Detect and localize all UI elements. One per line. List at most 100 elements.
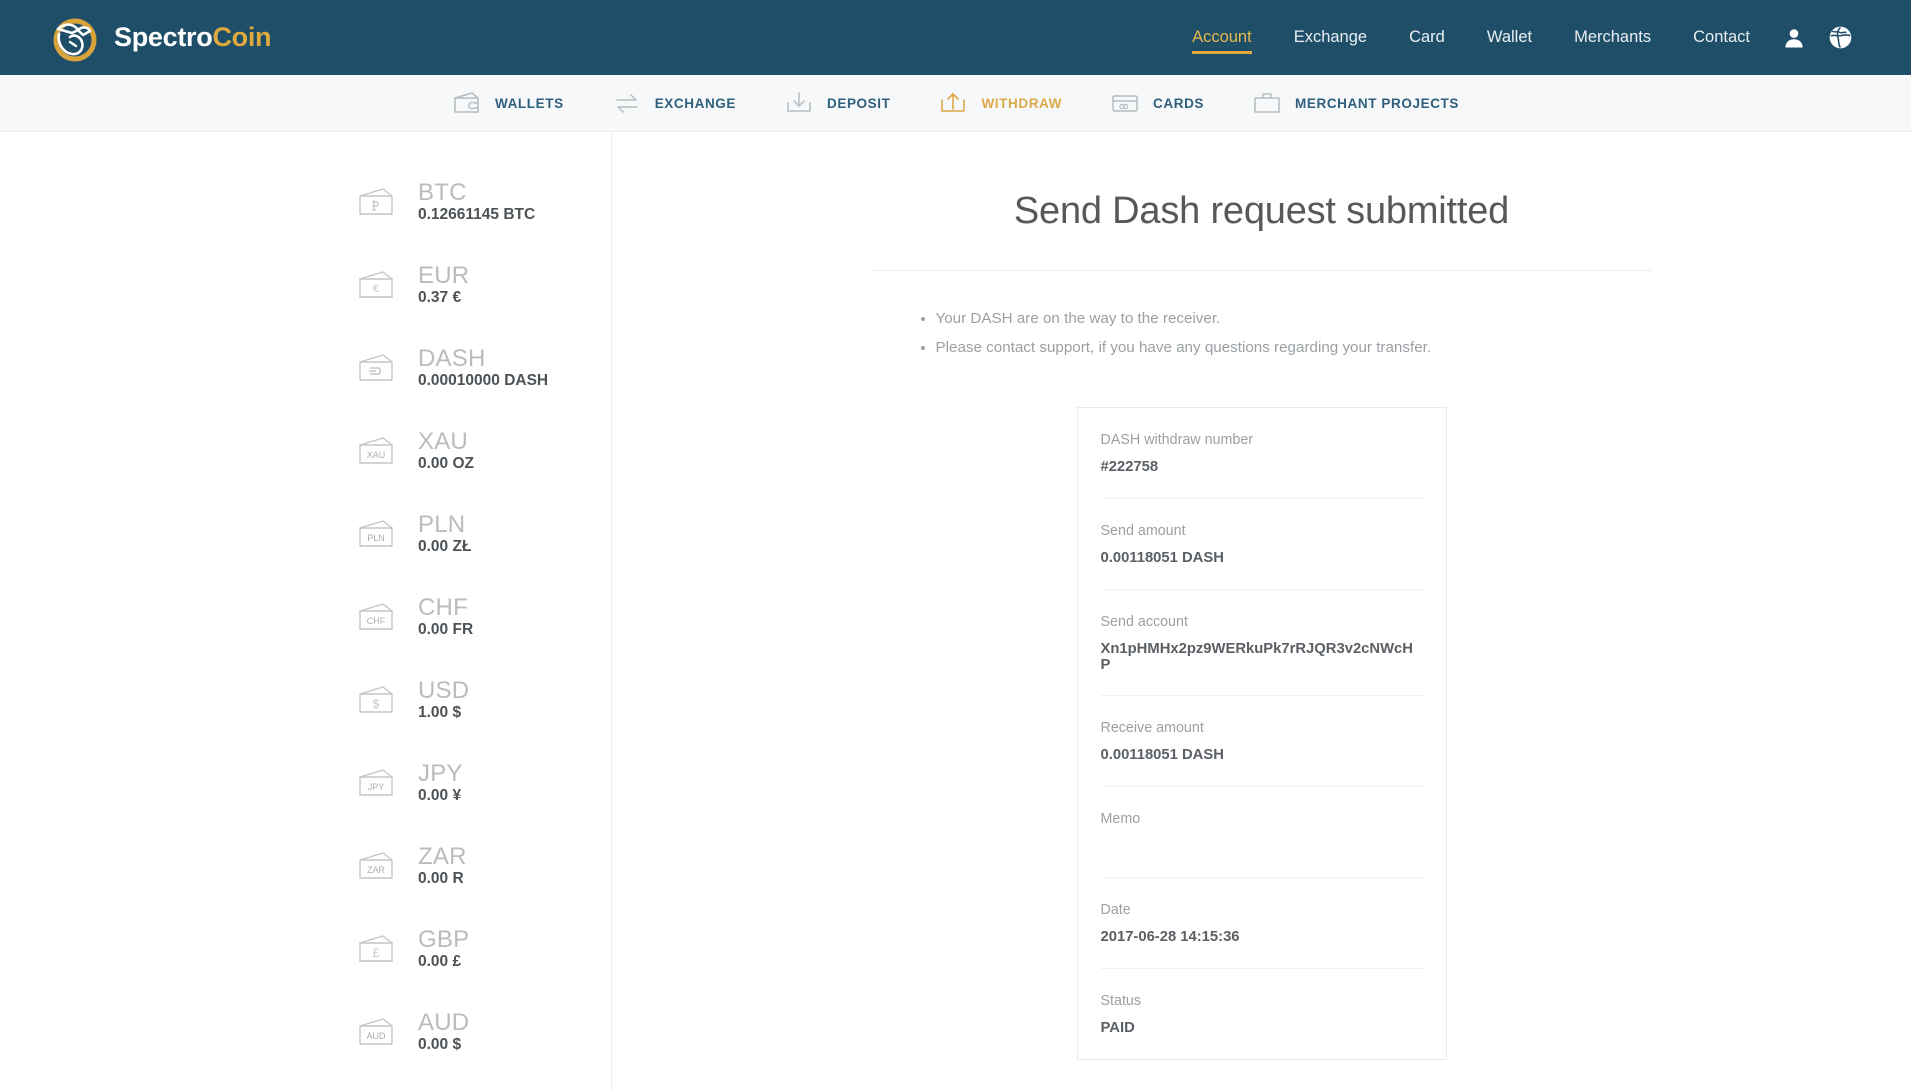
detail-value-send-amount: 0.00118051 DASH <box>1100 549 1224 566</box>
wallet-xau-icon: XAU <box>356 434 398 468</box>
exchange-arrows-icon <box>612 90 642 116</box>
subnav-item-wallets[interactable]: WALLETS <box>428 75 588 132</box>
detail-value-receive-amount: 0.00118051 DASH <box>1100 746 1224 763</box>
wallet-dash-icon <box>356 351 398 385</box>
credit-card-icon <box>1110 90 1140 116</box>
subnav-label-withdraw: WITHDRAW <box>981 95 1063 111</box>
spectrocoin-bull-logo-icon <box>48 12 100 64</box>
detail-label-send-account: Send account <box>1100 613 1188 630</box>
detail-label-send-amount: Send amount <box>1100 522 1186 539</box>
wallet-jpy-icon: JPY <box>356 766 398 800</box>
wallet-amount-gbp: 0.00 £ <box>418 952 462 970</box>
user-account-icon[interactable] <box>1771 0 1817 75</box>
svg-text:CHF: CHF <box>367 616 386 626</box>
wallet-code-usd: USD <box>418 676 470 704</box>
wallet-code-pln: PLN <box>418 510 466 538</box>
detail-value-withdraw-number: #222758 <box>1100 458 1159 475</box>
wallet-item-btc[interactable]: BTC 0.12661145 BTC <box>0 160 611 243</box>
wallet-icon <box>452 90 482 116</box>
wallet-amount-dash: 0.00010000 DASH <box>418 371 549 389</box>
wallet-gbp-icon: £ <box>356 932 398 966</box>
wallet-btc-icon <box>356 185 398 219</box>
subnav-item-deposit[interactable]: DEPOSIT <box>760 75 914 132</box>
wallet-eur-icon: € <box>356 268 398 302</box>
wallet-item-xau[interactable]: XAU XAU 0.00 OZ <box>0 409 611 492</box>
wallet-chf-icon: CHF <box>356 600 398 634</box>
detail-row-send-account: Send account Xn1pHMHx2pz9WERkuPk7rRJQR3v… <box>1100 590 1423 696</box>
nav-item-account[interactable]: Account <box>1171 0 1273 75</box>
subnav-item-exchange[interactable]: EXCHANGE <box>588 75 760 132</box>
wallet-item-jpy[interactable]: JPY JPY 0.00 ¥ <box>0 741 611 824</box>
wallet-amount-btc: 0.12661145 BTC <box>418 205 536 223</box>
withdraw-upload-icon <box>938 90 968 116</box>
detail-value-send-account: Xn1pHMHx2pz9WERkuPk7rRJQR3v2cNWcHP <box>1100 640 1413 673</box>
wallet-sidebar: BTC 0.12661145 BTC € EUR 0.37 € DASH 0.0… <box>0 132 612 1091</box>
detail-label-date: Date <box>1100 901 1131 918</box>
subnav-label-deposit: DEPOSIT <box>827 95 891 111</box>
wallet-code-btc: BTC <box>418 178 467 206</box>
withdraw-details-card: DASH withdraw number #222758 Send amount… <box>1076 406 1447 1060</box>
wallet-item-eur[interactable]: € EUR 0.37 € <box>0 243 611 326</box>
wallet-code-dash: DASH <box>418 344 486 372</box>
detail-row-date: Date 2017-06-28 14:15:36 <box>1100 878 1423 969</box>
briefcase-icon <box>1252 90 1282 116</box>
note-item: Please contact support, if you have any … <box>936 334 1652 363</box>
wallet-item-chf[interactable]: CHF CHF 0.00 FR <box>0 575 611 658</box>
nav-item-wallet[interactable]: Wallet <box>1466 0 1553 75</box>
wallet-amount-pln: 0.00 ZŁ <box>418 537 472 555</box>
wallet-amount-aud: 0.00 $ <box>418 1035 462 1053</box>
wallet-item-pln[interactable]: PLN PLN 0.00 ZŁ <box>0 492 611 575</box>
subnav-label-merchant-projects: MERCHANT PROJECTS <box>1295 95 1459 111</box>
nav-item-exchange[interactable]: Exchange <box>1273 0 1388 75</box>
subnav-item-cards[interactable]: CARDS <box>1086 75 1228 132</box>
wallet-amount-xau: 0.00 OZ <box>418 454 474 472</box>
secondary-navigation: WALLETS EXCHANGE DEPOSIT WITHDRAW CARDS … <box>0 75 1911 132</box>
svg-text:PLN: PLN <box>367 533 385 543</box>
detail-row-memo: Memo <box>1100 787 1423 878</box>
svg-text:AUD: AUD <box>366 1031 386 1041</box>
nav-item-contact[interactable]: Contact <box>1672 0 1771 75</box>
detail-label-withdraw-number: DASH withdraw number <box>1100 431 1254 448</box>
wallet-usd-icon: $ <box>356 683 398 717</box>
brand-wordmark: SpectroCoin <box>114 22 272 53</box>
nav-item-card[interactable]: Card <box>1388 0 1466 75</box>
detail-label-memo: Memo <box>1100 810 1141 827</box>
wallet-item-zar[interactable]: ZAR ZAR 0.00 R <box>0 824 611 907</box>
svg-text:$: $ <box>373 697 380 711</box>
svg-text:€: € <box>373 283 379 295</box>
detail-value-date: 2017-06-28 14:15:36 <box>1100 928 1240 945</box>
wallet-amount-jpy: 0.00 ¥ <box>418 786 462 804</box>
globe-language-icon[interactable] <box>1817 0 1863 75</box>
wallet-code-xau: XAU <box>418 427 468 455</box>
wallet-code-zar: ZAR <box>418 842 467 870</box>
page-title: Send Dash request submitted <box>871 190 1652 271</box>
brand-logo-link[interactable]: SpectroCoin <box>48 12 272 64</box>
wallet-item-usd[interactable]: $ USD 1.00 $ <box>0 658 611 741</box>
wallet-pln-icon: PLN <box>356 517 398 551</box>
wallet-amount-zar: 0.00 R <box>418 869 464 887</box>
wallet-aud-icon: AUD <box>356 1015 398 1049</box>
wallet-item-gbp[interactable]: £ GBP 0.00 £ <box>0 907 611 990</box>
wallet-amount-usd: 1.00 $ <box>418 703 462 721</box>
wallet-code-chf: CHF <box>418 593 468 621</box>
deposit-download-icon <box>784 90 814 116</box>
note-item: Your DASH are on the way to the receiver… <box>936 305 1652 334</box>
wallet-zar-icon: ZAR <box>356 849 398 883</box>
wallet-amount-chf: 0.00 FR <box>418 620 474 638</box>
brand-name-second: Coin <box>212 22 272 52</box>
subnav-item-merchant-projects[interactable]: MERCHANT PROJECTS <box>1228 75 1483 132</box>
nav-item-merchants[interactable]: Merchants <box>1553 0 1672 75</box>
svg-text:£: £ <box>373 946 380 960</box>
wallet-item-aud[interactable]: AUD AUD 0.00 $ <box>0 990 611 1073</box>
wallet-item-dash[interactable]: DASH 0.00010000 DASH <box>0 326 611 409</box>
wallet-code-aud: AUD <box>418 1008 470 1036</box>
detail-row-receive-amount: Receive amount 0.00118051 DASH <box>1100 696 1423 787</box>
detail-label-receive-amount: Receive amount <box>1100 719 1204 736</box>
main-content: Send Dash request submitted Your DASH ar… <box>612 132 1911 1091</box>
subnav-label-wallets: WALLETS <box>494 95 564 111</box>
page-body: BTC 0.12661145 BTC € EUR 0.37 € DASH 0.0… <box>0 132 1911 1091</box>
main-navigation: Account Exchange Card Wallet Merchants C… <box>1171 0 1863 75</box>
subnav-label-cards: CARDS <box>1153 95 1205 111</box>
status-badge: PAID <box>1100 1019 1135 1036</box>
subnav-item-withdraw[interactable]: WITHDRAW <box>914 75 1086 132</box>
